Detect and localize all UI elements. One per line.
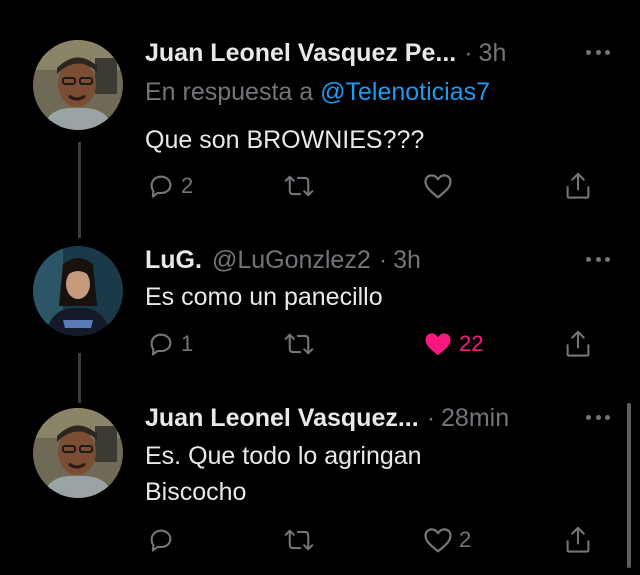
- more-icon[interactable]: [586, 403, 610, 431]
- tweet-3[interactable]: Juan Leonel Vasquez... · 28min Es. Que t…: [0, 380, 640, 575]
- reply-count: 1: [181, 331, 194, 356]
- retweet-icon: [284, 333, 314, 355]
- more-icon[interactable]: [586, 245, 610, 273]
- tweet-text-line: Que son BROWNIES???: [145, 126, 425, 154]
- reply-button[interactable]: [147, 522, 181, 558]
- share-icon: [566, 330, 590, 357]
- reply-button[interactable]: 2: [147, 168, 193, 204]
- avatar[interactable]: [33, 408, 123, 498]
- avatar[interactable]: [33, 40, 123, 130]
- timestamp[interactable]: 3h: [479, 39, 507, 68]
- tweet-1[interactable]: Juan Leonel Vasquez Pe... · 3h En respue…: [0, 0, 640, 230]
- reply-button[interactable]: 1: [147, 326, 193, 362]
- like-count: 22: [459, 331, 484, 356]
- avatar-photo: [33, 40, 123, 130]
- timestamp[interactable]: 3h: [393, 246, 421, 275]
- action-bar: 2: [140, 522, 600, 558]
- separator-dot: ·: [426, 403, 436, 432]
- avatar-photo: [33, 246, 123, 336]
- tweet-text-line: Es como un panecillo: [145, 283, 383, 311]
- share-icon: [566, 526, 590, 553]
- retweet-button[interactable]: [284, 522, 320, 558]
- display-name[interactable]: Juan Leonel Vasquez Pe...: [145, 39, 456, 68]
- share-button[interactable]: [564, 326, 592, 362]
- retweet-button[interactable]: [284, 326, 320, 362]
- like-count: 2: [459, 527, 472, 552]
- tweet-text: Que son BROWNIES???: [145, 122, 424, 158]
- tweet-text-line: Es. Que todo lo agringan: [145, 442, 422, 470]
- reply-icon: [150, 529, 172, 552]
- like-icon: [424, 174, 452, 199]
- avatar-photo: [33, 408, 123, 498]
- reply-context: En respuesta a @Telenoticias7: [145, 78, 490, 107]
- like-button[interactable]: 2: [423, 522, 471, 558]
- display-name[interactable]: Juan Leonel Vasquez...: [145, 404, 419, 433]
- more-icon[interactable]: [586, 38, 610, 66]
- tweet-2[interactable]: LuG. @LuGonzlez2 · 3h Es como un panecil…: [0, 230, 640, 380]
- reply-icon: [150, 333, 172, 356]
- tweet-header: Juan Leonel Vasquez Pe... · 3h: [145, 36, 610, 70]
- like-button[interactable]: 22: [423, 326, 483, 362]
- tweet-text: Es como un panecillo: [145, 279, 383, 315]
- share-button[interactable]: [564, 168, 592, 204]
- like-icon: [424, 528, 452, 553]
- display-name[interactable]: LuG.: [145, 246, 202, 275]
- retweet-icon: [284, 529, 314, 551]
- share-button[interactable]: [564, 522, 592, 558]
- user-handle[interactable]: @LuGonzlez2: [212, 246, 371, 275]
- reply-count: 2: [181, 173, 194, 198]
- scrollbar[interactable]: [627, 403, 631, 568]
- reply-prefix: En respuesta a: [145, 78, 321, 106]
- heart-filled-icon: [425, 333, 451, 356]
- mention-link[interactable]: @Telenoticias7: [320, 78, 490, 106]
- retweet-icon: [284, 175, 314, 197]
- tweet-header: LuG. @LuGonzlez2 · 3h: [145, 243, 610, 277]
- action-bar: 1 22: [140, 326, 600, 362]
- tweet-header: Juan Leonel Vasquez... · 28min: [145, 401, 610, 435]
- timestamp[interactable]: 28min: [441, 404, 509, 433]
- like-button[interactable]: [423, 168, 459, 204]
- reply-icon: [150, 175, 172, 198]
- tweet-text: Es. Que todo lo agringan Biscocho: [145, 438, 422, 510]
- share-icon: [566, 172, 590, 199]
- avatar[interactable]: [33, 246, 123, 336]
- tweet-text-line: Biscocho: [145, 478, 247, 506]
- separator-dot: ·: [464, 38, 473, 67]
- retweet-button[interactable]: [284, 168, 320, 204]
- separator-dot: ·: [378, 245, 388, 274]
- action-bar: 2: [140, 168, 600, 204]
